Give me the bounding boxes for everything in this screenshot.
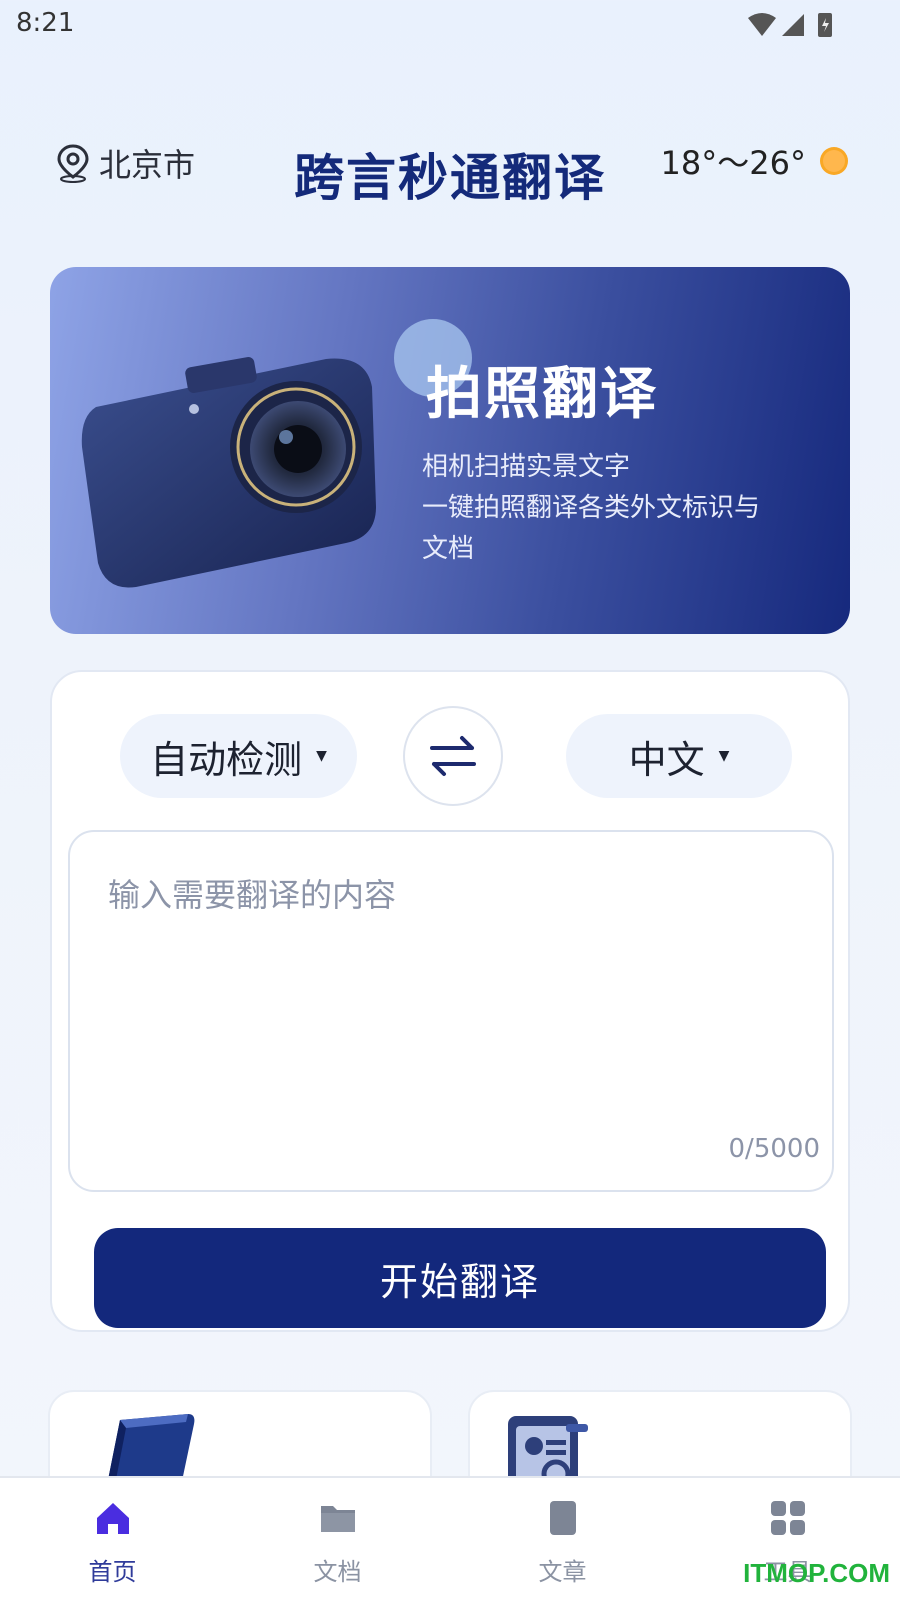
watermark: ITMOP.COM <box>743 1558 890 1588</box>
swap-languages-button[interactable] <box>403 706 503 806</box>
banner-desc-line: 一键拍照翻译各类外文标识与 <box>422 493 761 523</box>
home-icon <box>96 1503 129 1534</box>
source-language-selector[interactable]: 自动检测 ▼ <box>120 714 357 798</box>
banner-title: 拍照翻译 <box>426 362 658 427</box>
folder-icon <box>320 1506 355 1532</box>
caret-down-icon: ▼ <box>718 748 730 764</box>
input-placeholder: 输入需要翻译的内容 <box>108 876 397 914</box>
translation-input[interactable]: 输入需要翻译的内容 0/5000 <box>68 830 834 1192</box>
banner-desc-line: 相机扫描实景文字 <box>422 452 631 482</box>
header: 北京市 跨言秒通翻译 18°～26° <box>0 130 900 210</box>
tab-label: 文章 <box>538 1558 587 1586</box>
translator-card: 自动检测 ▼ 中文 ▼ 输入需要翻译的内容 0/5000 开始翻译 <box>50 670 850 1332</box>
tab-label: 首页 <box>88 1558 137 1586</box>
sun-icon <box>820 147 848 175</box>
caret-down-icon: ▼ <box>316 748 327 764</box>
tab-documents[interactable]: 文档 <box>225 1478 450 1600</box>
grid-icon <box>770 1501 805 1535</box>
swap-arrows-icon <box>430 736 476 776</box>
temperature-range: 18°～26° <box>660 144 806 182</box>
status-icons <box>748 13 832 37</box>
tab-label: 文档 <box>313 1558 362 1586</box>
source-language-label: 自动检测 <box>150 737 303 782</box>
start-translate-button[interactable]: 开始翻译 <box>94 1228 826 1328</box>
tab-home[interactable]: 首页 <box>0 1478 225 1600</box>
camera-icon <box>81 357 377 588</box>
character-counter: 0/5000 <box>728 1134 820 1164</box>
document-icon <box>549 1501 576 1535</box>
photo-translate-banner[interactable]: 拍照翻译 相机扫描实景文字 一键拍照翻译各类外文标识与 文档 <box>50 267 850 634</box>
target-language-selector[interactable]: 中文 ▼ <box>566 714 792 798</box>
tab-articles[interactable]: 文章 <box>450 1478 675 1600</box>
target-language-label: 中文 <box>628 737 705 782</box>
weather-widget: 18°～26° <box>661 138 852 184</box>
banner-description: 相机扫描实景文字 一键拍照翻译各类外文标识与 文档 <box>422 447 822 570</box>
signal-icon <box>782 14 804 36</box>
wifi-icon <box>748 13 776 36</box>
status-time: 8:21 <box>16 8 75 38</box>
status-bar: 8:21 <box>0 0 900 48</box>
banner-desc-line: 文档 <box>422 534 475 564</box>
